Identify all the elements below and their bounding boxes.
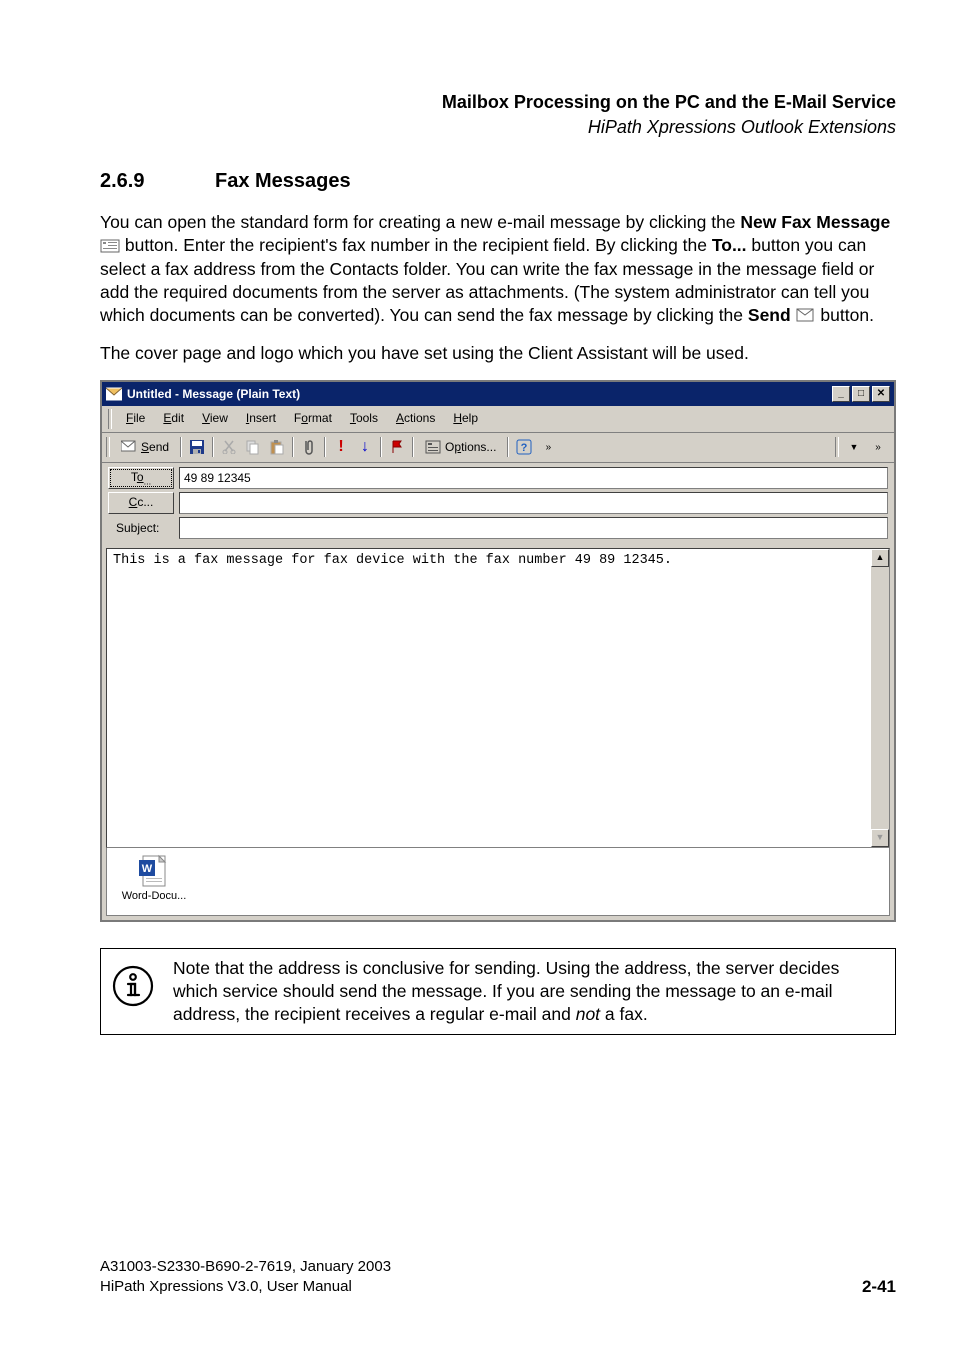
- section-title: Fax Messages: [215, 170, 351, 192]
- p1-text2: button. Enter the recipient's fax number…: [120, 235, 712, 255]
- menu-file[interactable]: File: [119, 409, 152, 429]
- menu-view[interactable]: View: [195, 409, 235, 429]
- separator-icon: [412, 437, 414, 457]
- svg-text:W: W: [142, 863, 153, 875]
- more-buttons-icon[interactable]: »: [536, 435, 560, 459]
- minimize-button[interactable]: _: [832, 386, 850, 402]
- note-box: Note that the address is conclusive for …: [100, 948, 896, 1035]
- more-buttons-icon[interactable]: »: [866, 435, 890, 459]
- svg-text:?: ?: [521, 442, 528, 454]
- subject-input[interactable]: [179, 517, 888, 539]
- separator-icon: [380, 437, 382, 457]
- send-icon: [796, 306, 816, 322]
- note-italic: not: [576, 1004, 600, 1024]
- new-fax-message-icon: [100, 236, 120, 252]
- page-footer: A31003-S2330-B690-2-7619, January 2003 H…: [100, 1257, 896, 1298]
- section-number: 2.6.9: [100, 170, 215, 193]
- attachment-label: Word-Docu...: [122, 890, 187, 902]
- separator-icon: [180, 437, 182, 457]
- footer-left: A31003-S2330-B690-2-7619, January 2003 H…: [100, 1257, 391, 1298]
- message-body[interactable]: This is a fax message for fax device wit…: [106, 548, 890, 848]
- format-dropdown[interactable]: ▼: [842, 435, 866, 459]
- importance-high-button[interactable]: !: [329, 435, 353, 459]
- copy-button[interactable]: [241, 435, 265, 459]
- p1-bold-newfax: New Fax Message: [740, 212, 890, 232]
- note-text: Note that the address is conclusive for …: [173, 957, 885, 1026]
- importance-low-button[interactable]: ↓: [353, 435, 377, 459]
- menu-edit[interactable]: Edit: [156, 409, 191, 429]
- header-subtitle: HiPath Xpressions Outlook Extensions: [100, 115, 896, 140]
- p1-text4: button.: [816, 305, 874, 325]
- separator-icon: [292, 437, 294, 457]
- attachment-area: W Word-Docu...: [106, 848, 890, 916]
- info-icon: [111, 957, 155, 1015]
- toolbar-grip-icon: [835, 437, 839, 457]
- maximize-button[interactable]: □: [852, 386, 870, 402]
- separator-icon: [507, 437, 509, 457]
- menu-actions[interactable]: Actions: [389, 409, 442, 429]
- menu-bar: File Edit View Insert Format Tools Actio…: [102, 406, 894, 433]
- window-title: Untitled - Message (Plain Text): [127, 387, 832, 401]
- toolbar: Send ! ↓: [102, 433, 894, 463]
- attach-button[interactable]: [297, 435, 321, 459]
- subject-label: Subject:: [108, 521, 174, 535]
- cc-button[interactable]: Cc...: [108, 492, 174, 514]
- to-input[interactable]: [179, 467, 888, 489]
- close-button[interactable]: ✕: [872, 386, 890, 402]
- scroll-track[interactable]: [871, 567, 889, 829]
- p1-bold-to: To...: [712, 235, 747, 255]
- window-controls: _ □ ✕: [832, 386, 890, 402]
- menu-insert[interactable]: Insert: [239, 409, 283, 429]
- paragraph-2: The cover page and logo which you have s…: [100, 342, 896, 365]
- attachment-item[interactable]: W Word-Docu...: [115, 854, 193, 902]
- toolbar-grip-icon: [106, 437, 110, 457]
- page-number: 2-41: [862, 1277, 896, 1297]
- page-header: Mailbox Processing on the PC and the E-M…: [100, 90, 896, 140]
- menu-help[interactable]: Help: [446, 409, 485, 429]
- word-document-icon: W: [137, 854, 171, 888]
- scroll-down-icon[interactable]: ▼: [871, 829, 889, 847]
- scroll-up-icon[interactable]: ▲: [871, 549, 889, 567]
- cc-input[interactable]: [179, 492, 888, 514]
- p1-text: You can open the standard form for creat…: [100, 212, 740, 232]
- save-button[interactable]: [185, 435, 209, 459]
- paste-button[interactable]: [265, 435, 289, 459]
- note-part2: a fax.: [600, 1004, 648, 1024]
- menu-tools[interactable]: Tools: [343, 409, 385, 429]
- footer-doctitle: HiPath Xpressions V3.0, User Manual: [100, 1277, 391, 1297]
- cut-button[interactable]: [217, 435, 241, 459]
- toolbar-grip-icon: [108, 409, 112, 429]
- note-part1: Note that the address is conclusive for …: [173, 958, 839, 1024]
- menu-format[interactable]: Format: [287, 409, 339, 429]
- separator-icon: [324, 437, 326, 457]
- scrollbar[interactable]: ▲ ▼: [871, 549, 889, 847]
- header-title: Mailbox Processing on the PC and the E-M…: [100, 90, 896, 115]
- flag-button[interactable]: [385, 435, 409, 459]
- separator-icon: [212, 437, 214, 457]
- paragraph-1: You can open the standard form for creat…: [100, 211, 896, 326]
- envelope-icon: [106, 387, 122, 401]
- outlook-compose-window: Untitled - Message (Plain Text) _ □ ✕ Fi…: [100, 380, 896, 922]
- to-button[interactable]: To...: [108, 467, 174, 489]
- address-fields: To... Cc... Subject:: [102, 463, 894, 548]
- title-bar: Untitled - Message (Plain Text) _ □ ✕: [102, 382, 894, 406]
- footer-docid: A31003-S2330-B690-2-7619, January 2003: [100, 1257, 391, 1277]
- send-button[interactable]: Send: [113, 438, 177, 456]
- options-button[interactable]: Options...: [417, 438, 504, 456]
- section-heading: 2.6.9Fax Messages: [100, 170, 896, 193]
- p1-bold-send: Send: [748, 305, 791, 325]
- help-button[interactable]: ?: [512, 435, 536, 459]
- message-text: This is a fax message for fax device wit…: [113, 553, 883, 568]
